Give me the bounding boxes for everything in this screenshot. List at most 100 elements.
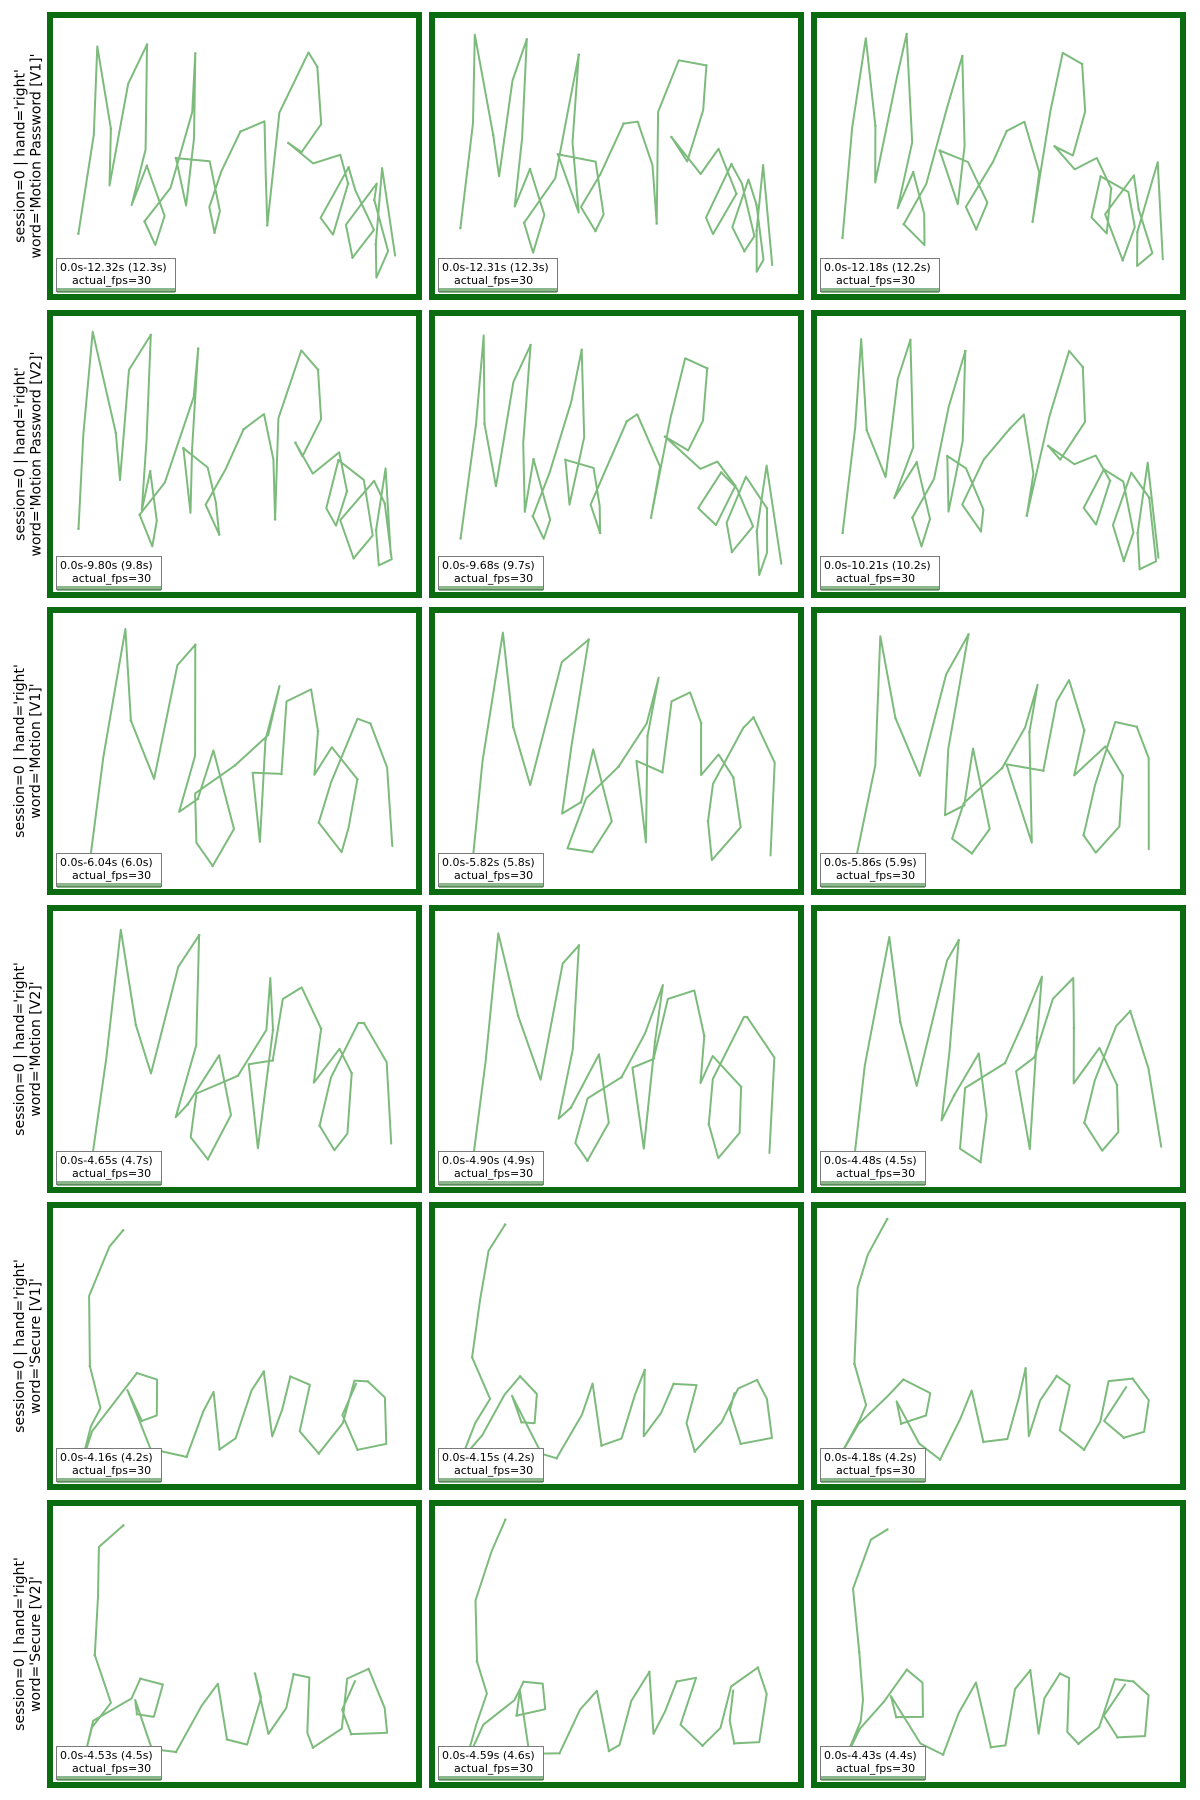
trajectory-plot [841,32,1164,267]
time-range-label: 0.0s-5.82s (5.8s) [442,856,535,869]
trajectory-point [369,722,372,725]
trajectory-point [520,1421,523,1424]
trajectory-point [734,484,737,487]
trajectory-point [962,804,966,807]
row-label-session: session=0 | hand='right' [12,1259,28,1433]
trajectory-plot [87,928,393,1181]
fps-label: actual_fps=30 [72,571,152,585]
trajectory-point [1005,129,1008,133]
trajectory-point [1077,1742,1080,1745]
trajectory-point [1135,725,1138,728]
trajectory-point [337,458,340,461]
fps-label: actual_fps=30 [836,869,916,882]
trajectory-point [239,130,242,133]
trajectory-point [529,343,532,346]
trajectory-point [1033,1055,1036,1059]
trajectory-point [911,515,914,519]
trajectory-point [957,938,960,941]
trajectory-point [109,127,113,130]
trajectory-path [83,1523,389,1757]
panel-info-box: 0.0s-12.31s (12.3s) actual_fps=30 [438,258,558,293]
panel-info-box: 0.0s-9.80s (9.8s) actual_fps=30 [56,555,162,591]
time-range-label: 0.0s-12.31s (12.3s) [442,261,549,274]
trajectory-point [885,1217,889,1221]
trajectory-point [88,1365,92,1368]
trajectory-point [946,454,949,457]
fps-label: actual_fps=30 [454,1166,534,1180]
trajectory-plot [469,631,776,880]
panel-info-box: 0.0s-4.65s (4.7s) actual_fps=30 [56,1150,162,1186]
trajectory-plot [459,1223,773,1462]
panel-info-box: 0.0s-12.32s (12.3s) actual_fps=30 [56,258,176,293]
trajectory-point [271,1028,275,1031]
row-label-session: session=0 | hand='right' [12,69,29,243]
trajectory-point [352,556,355,560]
trajectory-point [600,1444,603,1447]
trajectory-point [1000,766,1004,770]
trajectory-point [894,716,897,720]
panel-info-box: 0.0s-4.18s (4.2s) actual_fps=30 [820,1448,926,1483]
trajectory-point [555,1457,558,1460]
trajectory-point [577,53,581,56]
trajectory-point [1081,365,1085,368]
trajectory-point [374,243,378,246]
trajectory-point [217,532,221,536]
row-label-session: session=0 | hand='right' [12,664,28,838]
trajectory-point [938,1458,942,1461]
trajectory-point [643,1368,646,1372]
panel-info-box: 0.0s-4.90s (4.9s) actual_fps=30 [438,1150,544,1186]
fps-label: actual_fps=30 [836,274,916,287]
trajectory-point [503,1223,507,1226]
panel-info-box: 0.0s-5.86s (5.9s) actual_fps=30 [820,853,926,888]
trajectory-plot [459,33,774,273]
trajectory-point [853,1362,856,1365]
trajectory-path [79,1229,388,1467]
row-label: session=0 | hand='right' word='Motion [V2… [10,905,46,1193]
trajectory-point [491,133,495,137]
trajectory-point [264,738,267,742]
trajectory-panel: 0.0s-4.53s (4.5s) actual_fps=30 [47,1499,422,1788]
row-label-session: session=0 | hand='right' [12,961,28,1136]
trajectory-point [905,1667,909,1671]
trajectory-point [135,1712,139,1715]
trajectory-point [356,778,359,781]
trajectory-point [911,170,915,174]
trajectory-point [586,1158,589,1162]
trajectory-point [1042,769,1045,772]
trajectory-panel: 0.0s-12.31s (12.3s) actual_fps=30 [429,12,804,300]
trajectory-plot [87,628,394,871]
trajectory-point [579,800,583,804]
trajectory-point [138,512,141,516]
trajectory-point [134,1023,138,1026]
trajectory-panel: 0.0s-4.16s (4.2s) actual_fps=30 [47,1202,422,1490]
trajectory-point [577,943,581,947]
trajectory-plot [77,43,397,279]
trajectory-plot [77,330,393,566]
trajectory-point [515,1713,518,1717]
trajectory-path [459,33,774,273]
trajectory-point [701,1743,704,1747]
panel-info-box: 0.0s-12.18s (12.2s) actual_fps=30 [820,258,940,293]
trajectory-point [1083,729,1086,732]
time-range-label: 0.0s-12.18s (12.2s) [824,261,931,274]
trajectory-point [730,550,734,553]
trajectory-point [93,1653,97,1656]
trajectory-point [135,1371,139,1375]
trajectory-point [841,531,844,534]
fps-label: actual_fps=30 [454,274,534,287]
trajectory-point [356,1448,359,1452]
trajectory-point [1136,231,1139,234]
trajectory-point [225,1737,229,1741]
trajectory-grid: session=0 | hand='right' word='Motion Pas… [0,0,1200,1800]
trajectory-point [316,367,320,371]
trajectory-point [982,1440,985,1444]
trajectory-point [899,1020,902,1023]
panel-info-box: 0.0s-4.53s (4.5s) actual_fps=30 [56,1745,162,1781]
trajectory-path [852,935,1163,1169]
time-range-label: 0.0s-4.48s (4.5s) [824,1153,917,1167]
trajectory-panel: 0.0s-4.59s (4.6s) actual_fps=30 [429,1499,804,1788]
row-label-word: word='Secure [V2]' [28,1575,44,1712]
trajectory-point [129,719,133,722]
trajectory-point [1136,531,1139,534]
trajectory-point [607,1749,611,1752]
